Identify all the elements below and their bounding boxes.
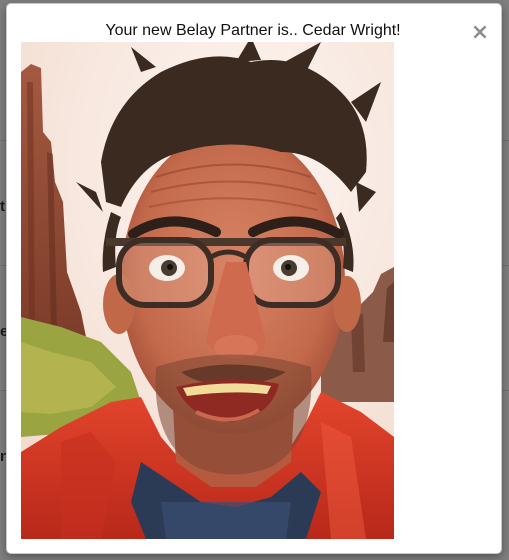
modal-title: Your new Belay Partner is.. Cedar Wright… xyxy=(105,22,401,39)
partner-photo xyxy=(21,42,394,539)
background-text-fragment: t xyxy=(0,198,5,215)
close-button[interactable]: × xyxy=(469,20,491,46)
belay-partner-modal: Your new Belay Partner is.. Cedar Wright… xyxy=(6,3,502,554)
